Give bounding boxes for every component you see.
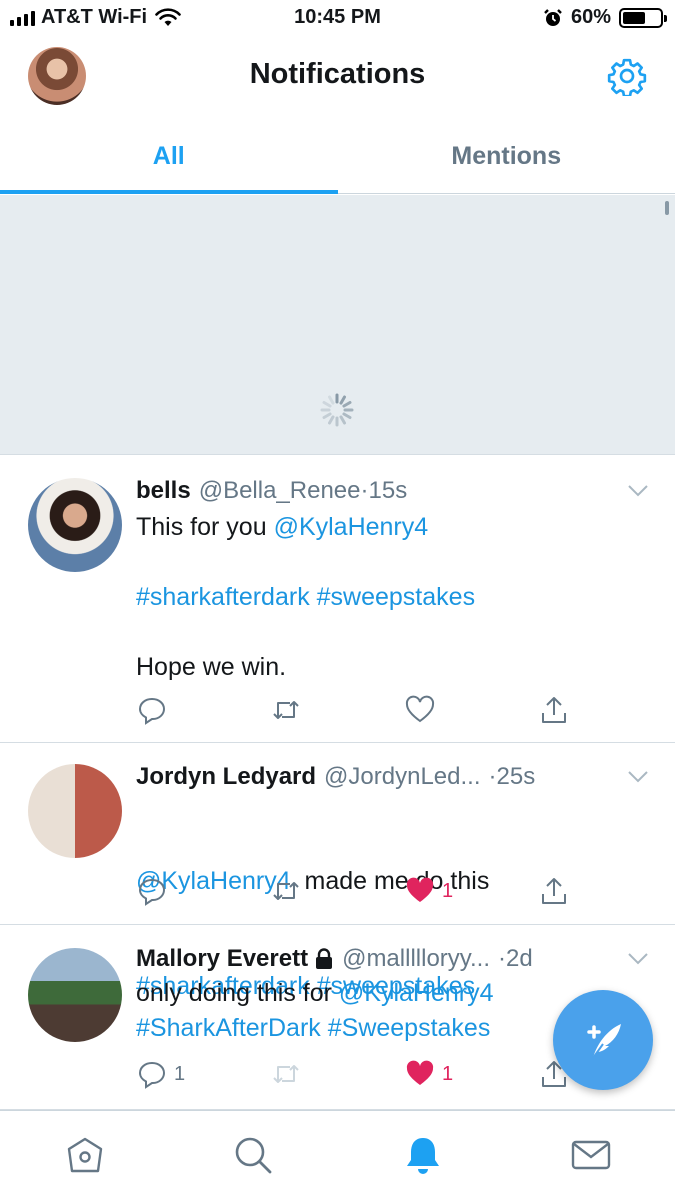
header: Notifications: [0, 40, 675, 112]
lock-icon: [316, 948, 333, 969]
alarm-icon: [544, 8, 562, 26]
tweet-header: bells @Bella_Renee · 15s: [136, 476, 651, 506]
notifications-bell-icon[interactable]: [401, 1133, 445, 1177]
tweet-actions: [136, 694, 596, 728]
retweet-icon: [273, 701, 299, 719]
battery-percent: 60%: [570, 6, 611, 28]
text-plain: only doing this for: [136, 979, 339, 1007]
reply-icon: [138, 697, 166, 725]
text-plain: Hope we win.: [136, 653, 287, 681]
tweet-header: Mallory Everett @mallllloryy... · 2d: [136, 944, 651, 974]
avatar[interactable]: [28, 948, 122, 1042]
home-icon[interactable]: [63, 1133, 107, 1177]
compose-quill-icon: [587, 1024, 621, 1059]
share-button[interactable]: [538, 875, 570, 907]
tweet-actions: 1: [136, 875, 596, 909]
tweet-item[interactable]: Jordyn Ledyard @JordynLed... · 25s @Kyla…: [0, 744, 675, 1000]
tweet-timestamp: 15s: [368, 477, 408, 504]
tweet-text: This for you @KylaHenry4 #sharkafterdark…: [136, 510, 651, 685]
reply-icon: [138, 1061, 166, 1089]
user-handle[interactable]: @Bella_Renee: [199, 476, 361, 506]
status-bar: AT&T Wi-Fi 10:45 PM 60%: [0, 0, 675, 40]
bottom-tab-bar: [0, 1110, 675, 1200]
mention-link[interactable]: @KylaHenry4: [274, 513, 429, 541]
battery-icon: [619, 7, 667, 28]
hashtag-links[interactable]: #sharkafterdark #sweepstakes: [136, 580, 651, 615]
separator-dot: ·: [360, 477, 369, 504]
like-button[interactable]: 1: [404, 875, 453, 907]
status-right: 60%: [543, 6, 667, 29]
share-button[interactable]: [538, 694, 570, 726]
chevron-down-icon[interactable]: [627, 770, 649, 784]
user-handle[interactable]: @JordynLed...: [324, 762, 480, 792]
compose-tweet-button[interactable]: [553, 990, 653, 1090]
avatar[interactable]: [28, 478, 122, 572]
tweet-item[interactable]: bells @Bella_Renee · 15s This for you @K…: [0, 456, 675, 743]
like-button[interactable]: [404, 694, 442, 726]
avatar[interactable]: [28, 764, 122, 858]
heart-icon: [406, 877, 434, 902]
separator-dot: ·: [488, 763, 497, 790]
tweet-header: Jordyn Ledyard @JordynLed... · 25s: [136, 762, 651, 792]
display-name[interactable]: Mallory Everett: [136, 944, 308, 974]
tweet-timestamp: 25s: [496, 763, 536, 790]
scroll-indicator: [665, 201, 669, 215]
reply-icon: [138, 878, 166, 906]
notification-tabs: All Mentions: [0, 112, 675, 194]
reply-button[interactable]: [136, 694, 174, 726]
loading-spinner-icon: [320, 393, 354, 427]
tweet-actions: 1 1: [136, 1058, 596, 1092]
gear-icon[interactable]: [607, 56, 647, 96]
share-icon: [542, 697, 566, 723]
reply-button[interactable]: [136, 875, 174, 907]
reply-count: 1: [174, 1062, 186, 1085]
like-count: 1: [442, 879, 454, 902]
retweet-button[interactable]: [270, 694, 308, 726]
retweet-icon: [273, 1065, 299, 1083]
retweet-icon: [273, 882, 299, 900]
heart-icon: [405, 695, 435, 723]
retweet-button[interactable]: [270, 1058, 308, 1090]
tab-mentions[interactable]: Mentions: [338, 112, 675, 193]
retweet-button[interactable]: [270, 875, 308, 907]
user-handle[interactable]: @mallllloryy...: [342, 944, 490, 974]
chevron-down-icon[interactable]: [627, 484, 649, 498]
chevron-down-icon[interactable]: [627, 952, 649, 966]
display-name[interactable]: Jordyn Ledyard: [136, 762, 316, 792]
tab-all[interactable]: All: [0, 112, 338, 194]
search-icon[interactable]: [231, 1133, 275, 1177]
display-name[interactable]: bells: [136, 476, 191, 506]
separator-dot: ·: [498, 945, 507, 972]
heart-icon: [406, 1060, 434, 1085]
mention-link[interactable]: @KylaHenry4: [339, 979, 494, 1007]
reply-button[interactable]: 1: [136, 1058, 185, 1090]
page-title: Notifications: [249, 58, 426, 90]
share-icon: [542, 878, 566, 904]
messages-icon[interactable]: [569, 1133, 613, 1177]
like-button[interactable]: 1: [404, 1058, 453, 1090]
text-plain: This for you: [136, 513, 274, 541]
tweet-timestamp: 2d: [506, 945, 533, 972]
like-count: 1: [442, 1062, 454, 1085]
